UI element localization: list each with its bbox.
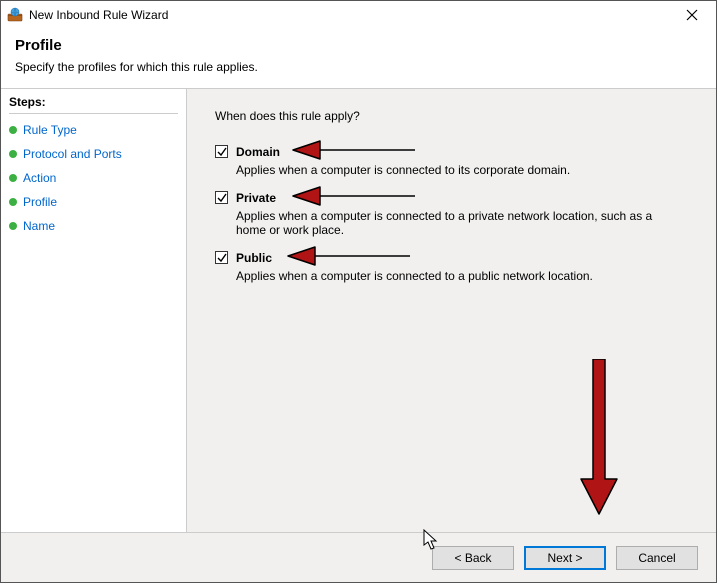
button-bar: < Back Next > Cancel bbox=[1, 532, 716, 582]
arrow-annotation-icon bbox=[285, 181, 415, 211]
wizard-window: New Inbound Rule Wizard Profile Specify … bbox=[0, 0, 717, 583]
content-panel: When does this rule apply? Domain Applie… bbox=[187, 89, 716, 532]
option-private-label: Private bbox=[236, 191, 276, 205]
option-domain-row: Domain bbox=[215, 145, 692, 159]
wizard-body: Steps: Rule Type Protocol and Ports Acti… bbox=[1, 89, 716, 532]
option-public-row: Public bbox=[215, 251, 692, 265]
option-public-label: Public bbox=[236, 251, 272, 265]
page-title: Profile bbox=[15, 37, 702, 54]
bullet-icon bbox=[9, 174, 17, 182]
step-label: Name bbox=[23, 219, 55, 233]
app-icon bbox=[7, 7, 23, 23]
checkmark-icon bbox=[217, 193, 227, 203]
close-icon bbox=[686, 9, 698, 21]
title-bar: New Inbound Rule Wizard bbox=[1, 1, 716, 29]
step-action[interactable]: Action bbox=[9, 166, 178, 190]
checkmark-icon bbox=[217, 147, 227, 157]
option-domain-label: Domain bbox=[236, 145, 280, 159]
checkbox-private[interactable] bbox=[215, 191, 228, 204]
next-button[interactable]: Next > bbox=[524, 546, 606, 570]
window-title: New Inbound Rule Wizard bbox=[29, 8, 672, 22]
steps-header: Steps: bbox=[9, 95, 178, 114]
arrow-annotation-icon bbox=[280, 241, 410, 271]
step-profile[interactable]: Profile bbox=[9, 190, 178, 214]
option-public-desc: Applies when a computer is connected to … bbox=[236, 269, 656, 283]
option-private-desc: Applies when a computer is connected to … bbox=[236, 209, 656, 237]
page-subtitle: Specify the profiles for which this rule… bbox=[15, 60, 702, 74]
step-label: Profile bbox=[23, 195, 57, 209]
option-private-row: Private bbox=[215, 191, 692, 205]
steps-sidebar: Steps: Rule Type Protocol and Ports Acti… bbox=[1, 89, 187, 532]
close-button[interactable] bbox=[672, 2, 712, 28]
step-label: Action bbox=[23, 171, 56, 185]
step-name[interactable]: Name bbox=[9, 214, 178, 238]
bullet-icon bbox=[9, 150, 17, 158]
option-domain-desc: Applies when a computer is connected to … bbox=[236, 163, 656, 177]
checkmark-icon bbox=[217, 253, 227, 263]
step-protocol-ports[interactable]: Protocol and Ports bbox=[9, 142, 178, 166]
checkbox-public[interactable] bbox=[215, 251, 228, 264]
arrow-annotation-icon bbox=[285, 135, 415, 165]
rule-apply-question: When does this rule apply? bbox=[215, 109, 692, 123]
step-label: Protocol and Ports bbox=[23, 147, 122, 161]
step-list: Rule Type Protocol and Ports Action Prof… bbox=[9, 118, 178, 238]
bullet-icon bbox=[9, 126, 17, 134]
step-label: Rule Type bbox=[23, 123, 77, 137]
back-button[interactable]: < Back bbox=[432, 546, 514, 570]
bullet-icon bbox=[9, 222, 17, 230]
wizard-header: Profile Specify the profiles for which t… bbox=[1, 29, 716, 80]
arrow-annotation-icon bbox=[577, 359, 621, 519]
cancel-button[interactable]: Cancel bbox=[616, 546, 698, 570]
step-rule-type[interactable]: Rule Type bbox=[9, 118, 178, 142]
checkbox-domain[interactable] bbox=[215, 145, 228, 158]
bullet-icon bbox=[9, 198, 17, 206]
